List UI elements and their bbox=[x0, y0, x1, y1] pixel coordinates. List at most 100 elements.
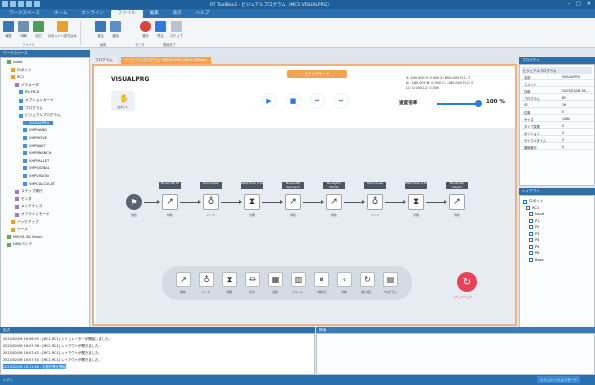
tab-program[interactable]: プログラム bbox=[91, 57, 117, 64]
workspace-tree-item[interactable]: MELFA 3D Vision bbox=[7, 234, 43, 239]
run-button[interactable]: 実行 bbox=[140, 21, 151, 38]
property-row[interactable]: タイプ変数 0 bbox=[521, 123, 594, 129]
property-row[interactable]: サイズ 1080 bbox=[521, 116, 594, 122]
checkbox-icon[interactable] bbox=[529, 238, 533, 242]
property-row[interactable]: 位置 0 bbox=[521, 109, 594, 115]
layout-tree-item[interactable]: P1 bbox=[529, 218, 539, 223]
step-button[interactable]: ステップ bbox=[170, 21, 183, 38]
workspace-tree-item[interactable]: VHPBRANCH bbox=[23, 151, 52, 156]
tab-visual-program[interactable]: ビジュアルプログラム VISUALPRG (MC1:Offline) bbox=[121, 57, 211, 64]
palette-command-button[interactable]: ▤ bbox=[383, 272, 398, 287]
checkbox-icon[interactable] bbox=[529, 257, 533, 262]
step-forward-button[interactable]: ⏭ bbox=[334, 94, 348, 108]
property-row[interactable]: プログラム BC bbox=[521, 95, 594, 101]
stop-button[interactable]: ■ bbox=[286, 94, 300, 108]
flow-node[interactable]: ↗ bbox=[449, 194, 465, 210]
log-entry[interactable]: 2023/02/08 16:07:50 : [MC1 RC1] レイアウトが開き… bbox=[3, 357, 102, 362]
property-row[interactable]: コメント bbox=[521, 81, 594, 87]
checkbox-icon[interactable] bbox=[529, 225, 533, 229]
palette-command-button[interactable]: ▦ bbox=[268, 272, 283, 287]
workspace-tree-item[interactable]: VHPMOVE bbox=[23, 136, 47, 140]
layout-tree-item[interactable]: Base bbox=[529, 257, 544, 262]
flow-node[interactable]: ↗ bbox=[162, 194, 178, 210]
property-row[interactable]: 連続実行 0 bbox=[521, 144, 594, 150]
menu-help[interactable]: ヘルプ bbox=[189, 10, 217, 18]
playback-button[interactable]: ↻ bbox=[457, 272, 477, 292]
workspace-tree-item[interactable]: RV-FR-D bbox=[19, 90, 39, 95]
workspace-tree-item[interactable]: VHPCALCULAT bbox=[23, 181, 55, 186]
property-row[interactable]: ID 16 bbox=[521, 102, 594, 108]
layout-tree-item[interactable]: RC1 bbox=[526, 205, 539, 210]
start-node[interactable]: ⚑ bbox=[126, 194, 142, 210]
close-icon[interactable]: ✕ bbox=[587, 1, 591, 7]
menu-edit[interactable]: 編集 bbox=[143, 10, 166, 18]
layout-tree-item[interactable]: hand bbox=[529, 212, 544, 216]
workspace-tree-item[interactable]: モニタ bbox=[15, 197, 32, 202]
property-row[interactable]: 名前 VISUALPRG bbox=[521, 74, 594, 80]
workspace-tree-item[interactable]: RC1 bbox=[11, 75, 24, 80]
workspace-tree-item[interactable]: ビジュアルプログラム bbox=[19, 113, 60, 118]
palette-command-button[interactable]: ‹ bbox=[337, 272, 352, 287]
menu-workspace[interactable]: ワークスペース bbox=[2, 10, 47, 18]
layout-tree-item[interactable]: ロボット bbox=[523, 199, 543, 204]
workspace-tree-item[interactable]: HMI/バンク bbox=[7, 242, 32, 247]
flow-node[interactable]: ♁ bbox=[367, 194, 383, 210]
workspace-tree-item[interactable]: パラメータ bbox=[15, 83, 39, 88]
flow-node[interactable]: ♁ bbox=[203, 194, 219, 210]
menu-online[interactable]: オンライン bbox=[74, 10, 111, 18]
workspace-tree-item[interactable]: メンテナンス bbox=[15, 204, 43, 209]
workspace-tree-item[interactable]: VHPPALLET bbox=[23, 158, 49, 163]
minimize-icon[interactable]: – bbox=[568, 1, 571, 7]
print-button[interactable]: 印刷 bbox=[18, 21, 29, 38]
log-entry[interactable]: 2023/02/08 16:07:38 : [MC1 RC1] レイアウトが開き… bbox=[3, 343, 102, 348]
save-icon[interactable] bbox=[10, 1, 16, 7]
palette-command-button[interactable]: ♁ bbox=[199, 272, 214, 287]
palette-command-button[interactable]: ⏸ bbox=[314, 272, 329, 287]
layout-tree-item[interactable]: P5 bbox=[529, 244, 539, 249]
log-entry[interactable]: 2023/02/08 16:07:42 : [MC1 RC1] レイアウトが開き… bbox=[3, 350, 102, 355]
step-back-button[interactable]: ⏮ bbox=[310, 94, 324, 108]
palette-command-button[interactable]: ⏛ bbox=[245, 272, 260, 287]
workspace-tree-item[interactable]: オフラインモード bbox=[15, 212, 50, 217]
palette-command-button[interactable]: ↗ bbox=[176, 272, 191, 287]
log-entry[interactable]: 2023/02/08 16:11:48 : 手動作業を開始 bbox=[3, 364, 66, 369]
workspace-tree-item[interactable]: オプションカード bbox=[19, 98, 54, 103]
workspace-tree-item[interactable]: VHPHAND bbox=[23, 128, 47, 133]
layout-tree-item[interactable]: P6 bbox=[529, 251, 539, 255]
property-row[interactable]: サイクルタイム 0 bbox=[521, 137, 594, 143]
play-button[interactable]: ▶ bbox=[262, 94, 276, 108]
dropdown-icon[interactable] bbox=[34, 1, 40, 7]
checkbox-icon[interactable] bbox=[526, 205, 530, 210]
layout-tree-item[interactable]: P2 bbox=[529, 225, 539, 229]
layout-tree-item[interactable]: P3 bbox=[529, 231, 539, 236]
workspace-tree-item[interactable]: VHPSIGNAL bbox=[23, 166, 50, 171]
maximize-icon[interactable]: □ bbox=[576, 1, 581, 7]
export-button[interactable]: 出力 bbox=[33, 21, 44, 38]
undo-icon[interactable] bbox=[18, 1, 24, 7]
workspace-tree-item[interactable]: VISUALPRG bbox=[23, 120, 54, 125]
workspace-tree-item[interactable]: ステップ実行 bbox=[15, 189, 43, 194]
palette-command-button[interactable]: ⧗ bbox=[222, 272, 237, 287]
menu-file[interactable]: ファイル bbox=[110, 9, 143, 18]
save-button[interactable]: 保存 bbox=[3, 21, 14, 38]
layout-tree-item[interactable]: P4 bbox=[529, 238, 539, 242]
speed-slider-track[interactable] bbox=[437, 103, 479, 105]
quick-access-toolbar[interactable] bbox=[2, 1, 40, 7]
read-button[interactable]: 読出 bbox=[110, 21, 121, 38]
workspace-tree-item[interactable]: バックアップ bbox=[11, 220, 39, 225]
workspace-tree-item[interactable]: VHPVISION bbox=[23, 174, 49, 178]
robot-card[interactable]: ✋ ロボット bbox=[111, 91, 135, 111]
menu-home[interactable]: ホーム bbox=[47, 10, 74, 18]
workspace-tree-item[interactable]: ツール bbox=[11, 227, 28, 232]
flow-node[interactable]: ↗ bbox=[326, 194, 342, 210]
log-entry[interactable]: 2023/02/08 16:06:55 : [MC1 RC1] シミュレーターが… bbox=[3, 336, 112, 341]
stop-button[interactable]: 停止 bbox=[155, 21, 166, 38]
flow-node[interactable]: ⧗ bbox=[408, 194, 424, 210]
workspace-tree-item[interactable]: robot bbox=[7, 60, 23, 64]
menu-view[interactable]: 表示 bbox=[166, 10, 189, 18]
checkbox-icon[interactable] bbox=[529, 212, 533, 216]
write-to-robot-button[interactable]: ロボットへ書き込み bbox=[48, 21, 77, 38]
flow-node[interactable]: ↗ bbox=[285, 194, 301, 210]
palette-command-button[interactable]: ↻ bbox=[360, 272, 375, 287]
workspace-tree-item[interactable]: ロボット bbox=[11, 68, 31, 73]
